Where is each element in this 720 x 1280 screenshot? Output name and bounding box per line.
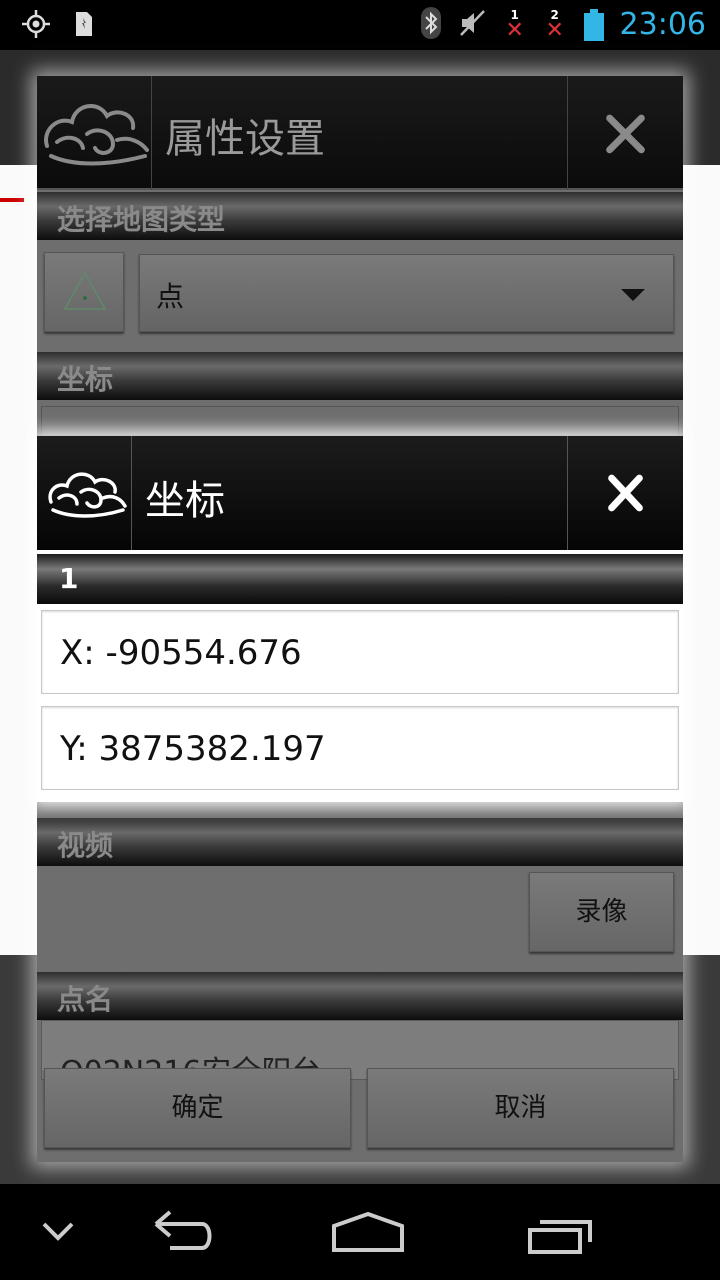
record-button[interactable]: 录像	[529, 872, 674, 952]
dialog-title: 属性设置	[165, 116, 325, 162]
coordinate-dialog-title-bar: 坐标	[37, 436, 683, 550]
file-icon	[74, 11, 94, 41]
coordinate-index-header: 1	[37, 554, 683, 604]
chevron-down-icon	[621, 289, 645, 301]
back-down-icon[interactable]	[0, 1184, 120, 1280]
y-coordinate-value: Y: 3875382.197	[60, 729, 326, 769]
mute-icon	[458, 8, 488, 42]
coordinate-field[interactable]	[41, 406, 679, 436]
cloud-logo-icon	[37, 76, 152, 190]
no-signal-sim2-icon: 2 ✕	[545, 8, 564, 43]
map-type-header-label: 选择地图类型	[57, 203, 226, 236]
coordinate-header-label: 坐标	[57, 363, 114, 396]
battery-icon	[583, 9, 604, 41]
point-name-header-label: 点名	[57, 983, 114, 1016]
back-icon[interactable]	[118, 1184, 238, 1280]
confirm-button[interactable]: 确定	[44, 1068, 351, 1148]
coordinate-dialog-title: 坐标	[145, 478, 225, 524]
clock: 23:06	[619, 7, 706, 42]
record-button-label: 录像	[575, 897, 628, 927]
x-coordinate-value: X: -90554.676	[60, 633, 302, 673]
y-coordinate-field[interactable]: Y: 3875382.197	[41, 706, 679, 790]
map-type-value: 点	[156, 280, 185, 313]
bluetooth-icon	[420, 6, 442, 44]
close-icon	[608, 474, 643, 512]
status-bar: 1 ✕ 2 ✕ 23:06	[0, 0, 720, 50]
coordinate-index-label: 1	[59, 562, 79, 595]
dialog-close-button[interactable]	[567, 76, 683, 190]
close-icon	[606, 114, 645, 154]
point-triangle-icon	[63, 271, 107, 310]
video-header: 视频	[37, 818, 683, 866]
coordinate-dialog: 坐标 1 X: -90554.676 Y: 3875382.197	[37, 436, 683, 802]
x-coordinate-field[interactable]: X: -90554.676	[41, 610, 679, 694]
cancel-button-label: 取消	[494, 1093, 547, 1123]
map-type-dropdown[interactable]: 点	[139, 254, 674, 332]
coordinate-dialog-close-button[interactable]	[567, 436, 683, 550]
point-name-header: 点名	[37, 972, 683, 1020]
dialog-title-bar: 属性设置	[37, 76, 683, 190]
video-header-label: 视频	[57, 829, 114, 862]
confirm-button-label: 确定	[171, 1093, 224, 1123]
coordinate-header: 坐标	[37, 352, 683, 400]
navigation-bar	[0, 1184, 720, 1280]
map-type-header: 选择地图类型	[37, 192, 683, 240]
cloud-logo-icon	[37, 436, 132, 550]
map-type-icon-button[interactable]	[44, 252, 124, 332]
no-signal-sim1-icon: 1 ✕	[505, 8, 524, 43]
recent-apps-icon[interactable]	[502, 1184, 622, 1280]
home-icon[interactable]	[308, 1184, 428, 1280]
gps-icon	[22, 10, 50, 42]
cancel-button[interactable]: 取消	[367, 1068, 674, 1148]
